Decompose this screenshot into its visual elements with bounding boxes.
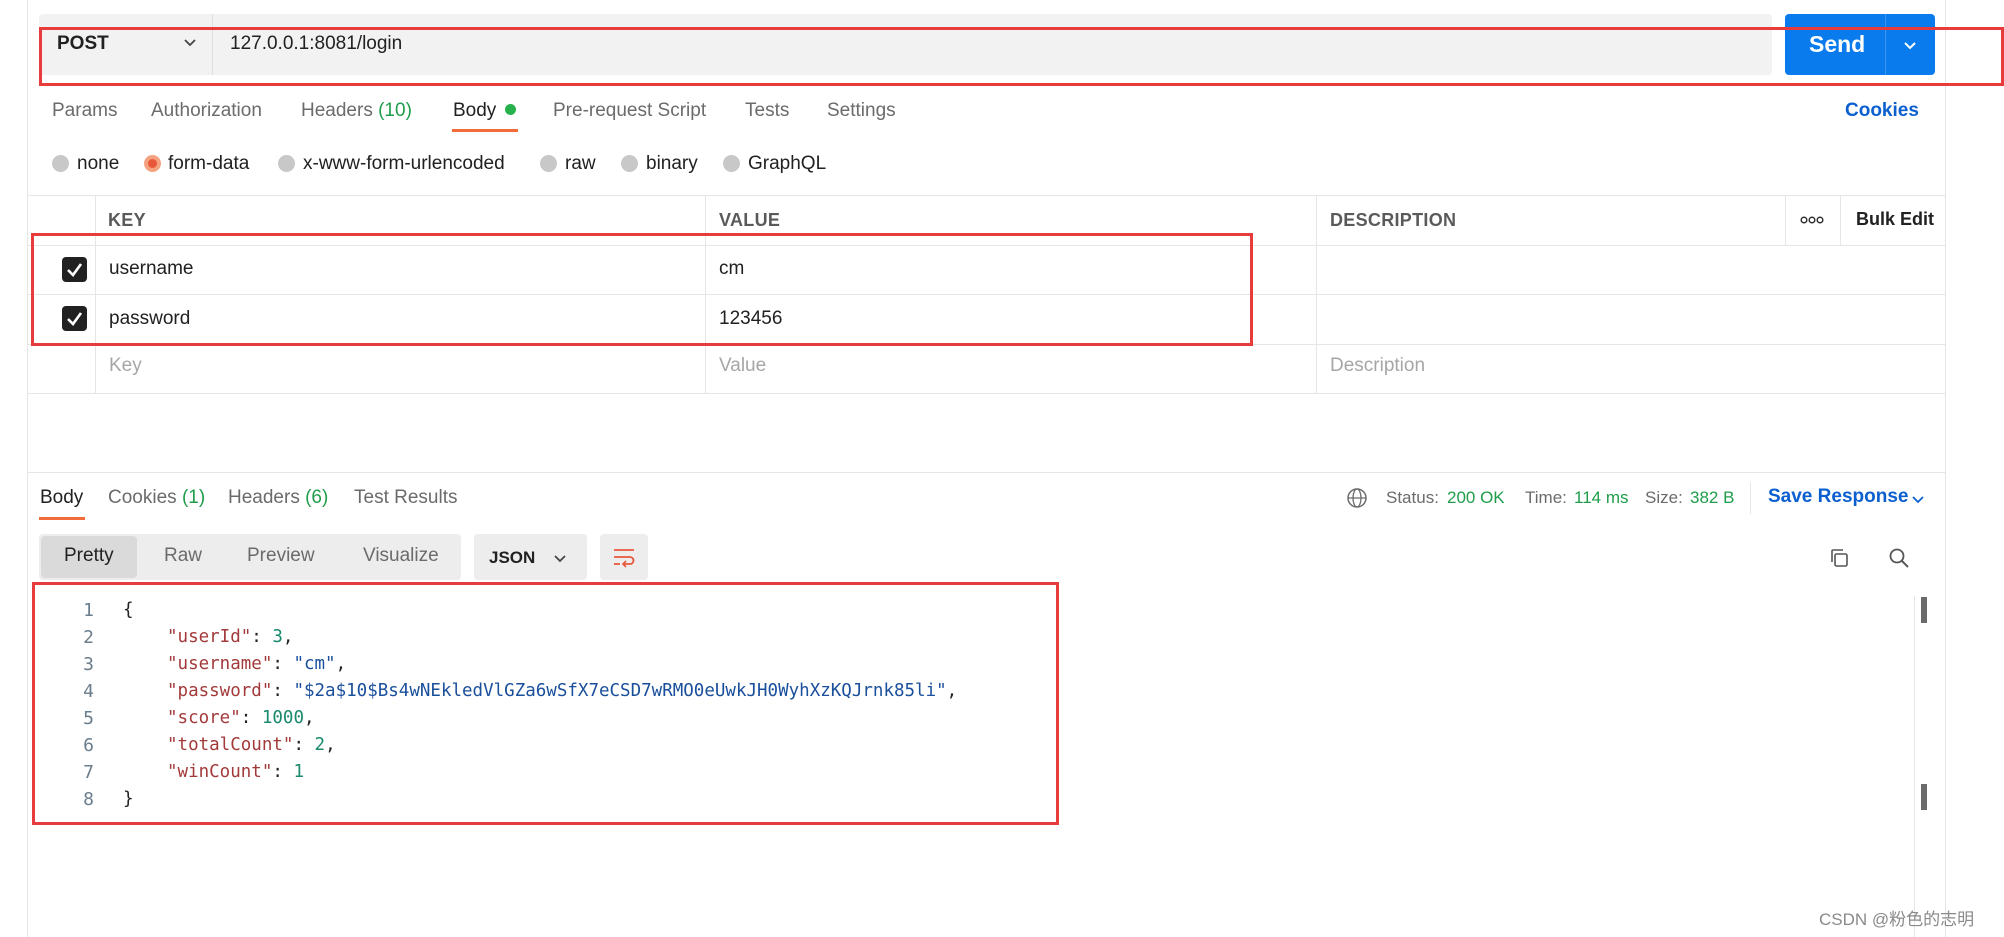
response-divider (27, 472, 1945, 473)
radio-none[interactable] (52, 155, 69, 172)
column-header-key: KEY (108, 210, 146, 230)
tab-authorization[interactable]: Authorization (151, 100, 262, 122)
response-tab-cookies-count: (1) (181, 487, 206, 508)
tab-headers[interactable]: Headers (10) (301, 100, 412, 122)
wrap-lines-icon (614, 549, 635, 568)
radio-none-label[interactable]: none (77, 153, 119, 175)
tab-headers-count: (10) (378, 100, 412, 121)
tab-body[interactable]: Body (453, 100, 496, 122)
table-border (27, 393, 1945, 394)
response-tab-headers[interactable]: Headers (6) (228, 487, 328, 509)
table-border (27, 195, 1945, 196)
new-description-input[interactable]: Description (1330, 355, 1425, 377)
column-header-value: VALUE (719, 210, 781, 230)
tab-body-underline (452, 129, 518, 132)
annotation-box-url (39, 27, 2004, 86)
size-label: Size: (1645, 488, 1683, 507)
radio-raw-label[interactable]: raw (565, 153, 596, 175)
view-visualize-button[interactable]: Visualize (363, 545, 439, 567)
postman-window: POST 127.0.0.1:8081/login Send Params Au… (0, 0, 2004, 937)
table-border (1316, 195, 1317, 393)
annotation-box-response (32, 582, 1059, 825)
radio-form-data[interactable] (144, 155, 161, 172)
scrollbar-thumb[interactable] (1921, 597, 1927, 623)
new-value-input[interactable]: Value (719, 355, 766, 377)
response-tab-body-underline (39, 517, 85, 520)
tab-tests[interactable]: Tests (745, 100, 789, 122)
chevron-down-icon[interactable] (1910, 491, 1926, 507)
response-tab-headers-count: (6) (305, 487, 329, 508)
radio-x-www-form-urlencoded-label[interactable]: x-www-form-urlencoded (303, 153, 505, 175)
response-tab-body[interactable]: Body (40, 487, 83, 509)
radio-binary-label[interactable]: binary (646, 153, 698, 175)
chevron-down-icon[interactable] (552, 550, 568, 566)
watermark: CSDN @粉色的志明 (1819, 910, 1975, 929)
save-response-button[interactable]: Save Response (1768, 486, 1908, 508)
status-value[interactable]: 200 OK (1447, 488, 1505, 508)
globe-icon[interactable] (1346, 487, 1368, 509)
response-tab-cookies-label: Cookies (108, 487, 177, 508)
tab-body-label: Body (453, 100, 497, 121)
table-border (1840, 195, 1841, 245)
cookies-link[interactable]: Cookies (1845, 100, 1919, 122)
tab-headers-label: Headers (301, 100, 373, 121)
scrollbar-thumb[interactable] (1921, 784, 1927, 810)
left-panel-edge (27, 0, 28, 937)
response-tab-cookies[interactable]: Cookies (1) (108, 487, 205, 509)
search-icon[interactable] (1888, 547, 1910, 569)
radio-binary[interactable] (621, 155, 638, 172)
editor-scroll-track (1914, 596, 1915, 937)
radio-raw[interactable] (540, 155, 557, 172)
column-header-description: DESCRIPTION (1330, 210, 1457, 230)
radio-graphql[interactable] (723, 155, 740, 172)
table-border (1785, 195, 1786, 245)
time-label: Time: (1525, 488, 1567, 507)
view-raw-button[interactable]: Raw (164, 545, 202, 567)
bulk-edit-button[interactable]: Bulk Edit (1856, 209, 1934, 230)
time-value[interactable]: 114 ms (1574, 488, 1629, 508)
status-label: Status: (1386, 488, 1439, 507)
right-panel-edge (1945, 0, 1946, 937)
annotation-box-params (31, 233, 1253, 346)
tab-prerequest-script[interactable]: Pre-request Script (553, 100, 706, 122)
response-tab-headers-label: Headers (228, 487, 300, 508)
radio-graphql-label[interactable]: GraphQL (748, 153, 826, 175)
view-pretty-button[interactable]: Pretty (64, 545, 114, 567)
new-key-input[interactable]: Key (109, 355, 142, 377)
tab-params[interactable]: Params (52, 100, 117, 122)
copy-icon[interactable] (1828, 547, 1850, 569)
body-indicator-dot (505, 104, 516, 115)
more-options-icon[interactable] (1800, 214, 1824, 226)
size-value[interactable]: 382 B (1690, 488, 1734, 508)
response-tab-test-results[interactable]: Test Results (354, 487, 457, 509)
view-preview-button[interactable]: Preview (247, 545, 315, 567)
tab-settings[interactable]: Settings (827, 100, 896, 122)
radio-form-data-label[interactable]: form-data (168, 153, 249, 175)
format-select-label: JSON (489, 548, 536, 567)
radio-x-www-form-urlencoded[interactable] (278, 155, 295, 172)
status-divider (1750, 482, 1751, 514)
